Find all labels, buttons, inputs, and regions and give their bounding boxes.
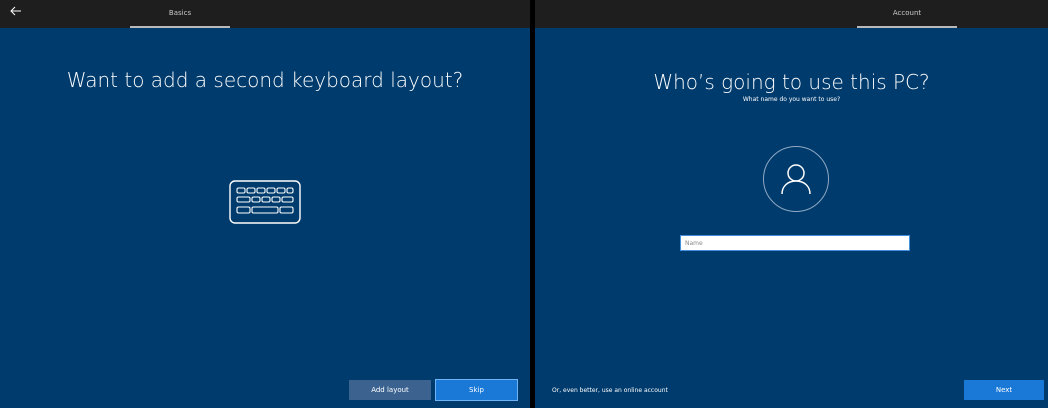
page-subtitle: What name do you want to use? bbox=[742, 96, 841, 103]
keyboard-icon bbox=[229, 180, 301, 224]
topbar-title: Basics bbox=[168, 9, 192, 17]
avatar bbox=[763, 146, 829, 212]
top-bar: Account bbox=[535, 0, 1048, 28]
user-icon bbox=[781, 164, 811, 195]
right-panel: Account Who’s going to use this PC? What… bbox=[535, 0, 1048, 408]
top-bar: Basics bbox=[0, 0, 530, 28]
next-button[interactable]: Next bbox=[964, 380, 1044, 400]
name-input[interactable] bbox=[680, 235, 910, 251]
back-arrow-icon[interactable] bbox=[9, 4, 23, 18]
add-layout-button[interactable]: Add layout bbox=[349, 380, 431, 400]
topbar-underline bbox=[130, 26, 230, 28]
skip-button[interactable]: Skip bbox=[435, 379, 518, 401]
topbar-underline bbox=[857, 26, 957, 28]
page-title: Want to add a second keyboard layout? bbox=[66, 68, 464, 92]
online-account-link[interactable]: Or, even better, use an online account bbox=[552, 387, 668, 394]
page-title: Who’s going to use this PC? bbox=[653, 70, 930, 94]
topbar-title: Account bbox=[892, 9, 922, 17]
left-panel: Basics Want to add a second keyboard lay… bbox=[0, 0, 530, 408]
